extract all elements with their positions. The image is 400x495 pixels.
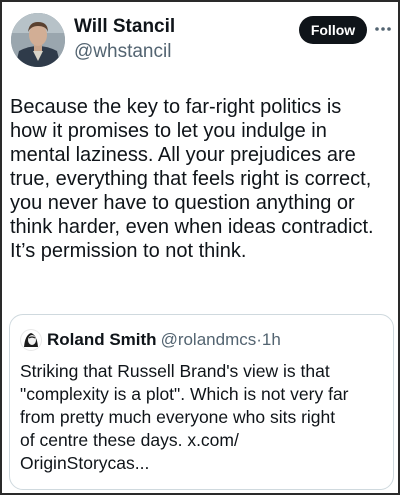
author-handle[interactable]: @whstancil: [74, 41, 175, 63]
tweet-card: Will Stancil @whstancil Follow Because t…: [0, 0, 400, 495]
quoted-author-handle[interactable]: @rolandmcs: [161, 330, 257, 350]
quoted-tweet-header: Roland Smith @rolandmcs·1h: [20, 329, 281, 351]
more-horizontal-icon[interactable]: [373, 19, 393, 39]
quoted-tweet-time[interactable]: 1h: [262, 330, 281, 350]
author-display-name[interactable]: Will Stancil: [74, 16, 175, 38]
follow-button[interactable]: Follow: [299, 16, 367, 44]
quoted-tweet-card[interactable]: Roland Smith @rolandmcs·1h Striking that …: [9, 314, 394, 490]
author-info: Will Stancil @whstancil: [74, 16, 175, 63]
quoted-tweet-text: Striking that Russell Brand's view is th…: [20, 361, 349, 473]
quoted-author-display-name[interactable]: Roland Smith: [47, 330, 157, 350]
tweet-header: Will Stancil @whstancil Follow: [2, 2, 398, 82]
tweet-text: Because the key to far-right politics is…: [10, 96, 374, 262]
quoted-author-avatar[interactable]: [20, 329, 42, 351]
author-avatar[interactable]: [11, 13, 65, 67]
